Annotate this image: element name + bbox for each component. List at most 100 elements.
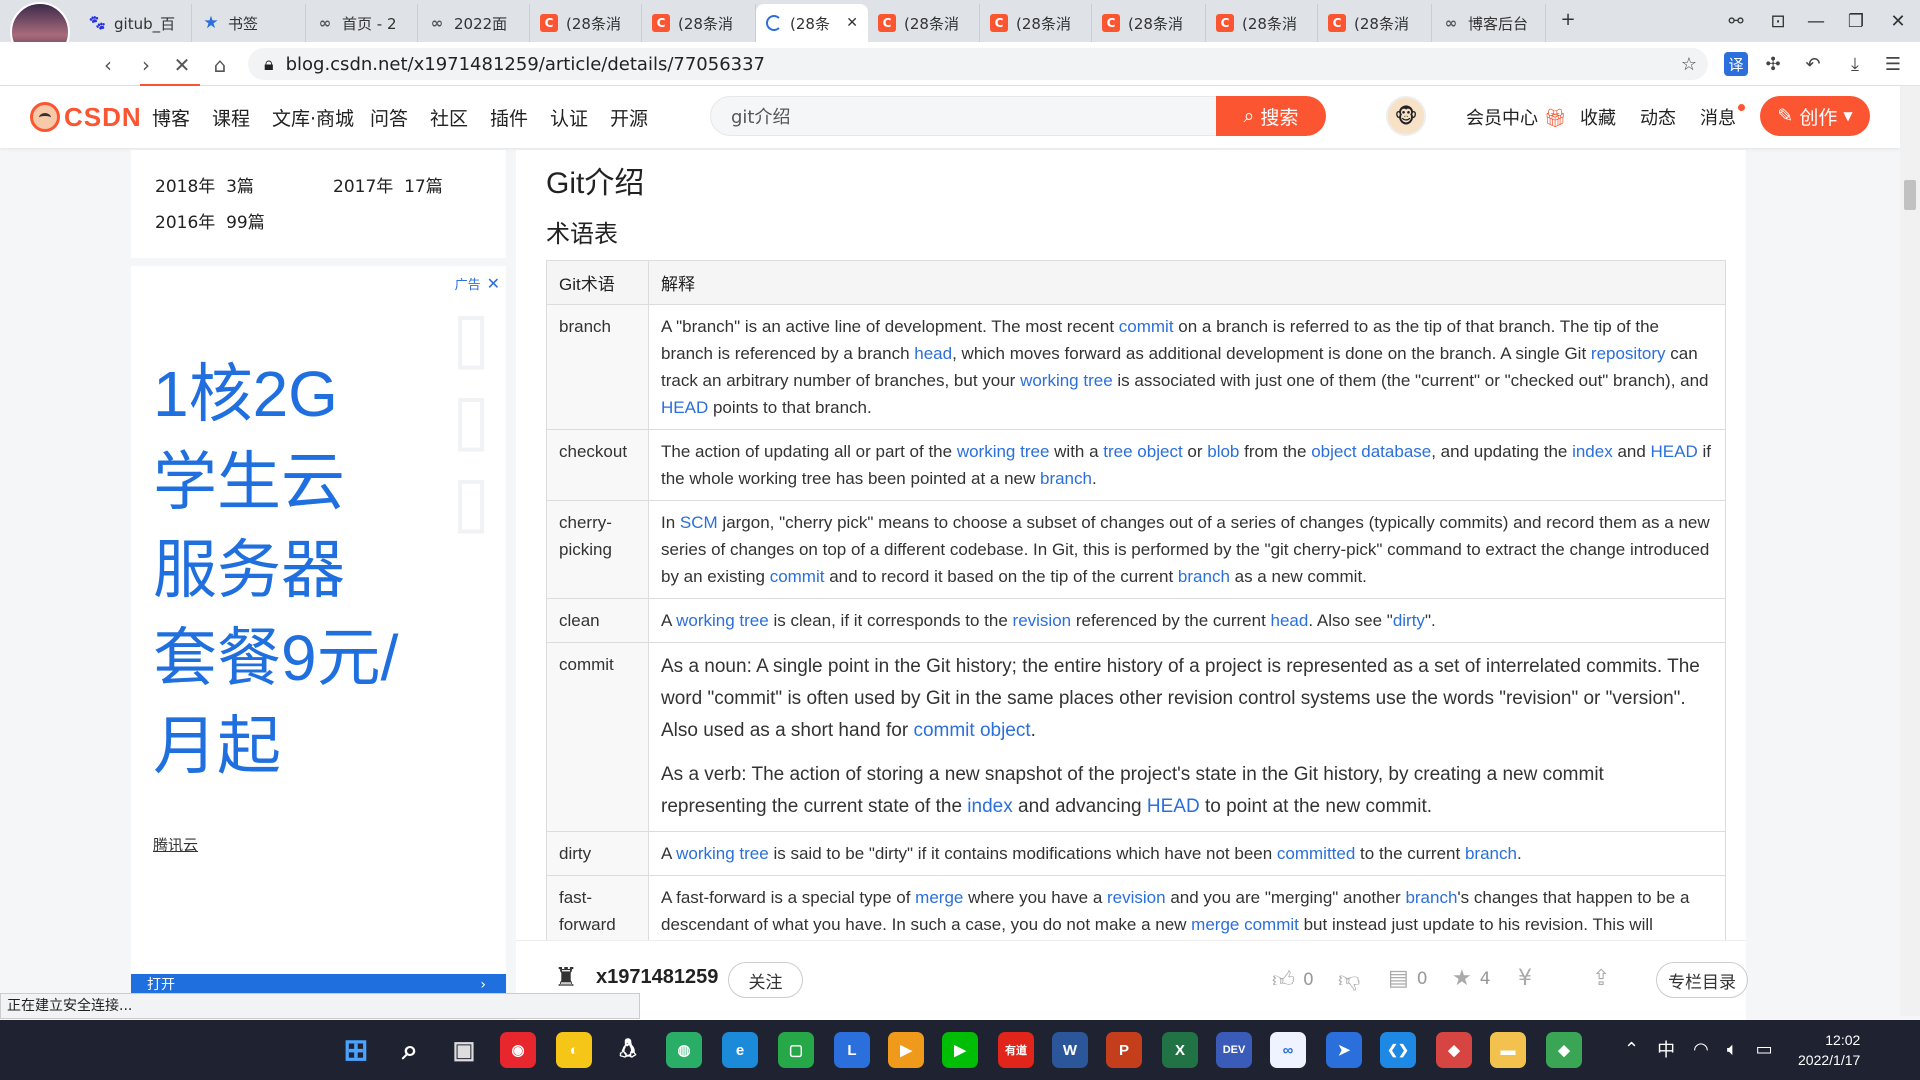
nav-item[interactable]: 认证 bbox=[550, 104, 588, 131]
feishu-icon[interactable]: ➤ bbox=[1326, 1032, 1362, 1068]
minimize-icon[interactable]: — bbox=[1796, 6, 1836, 36]
term-link[interactable]: tree object bbox=[1103, 442, 1182, 461]
sourcetree-icon[interactable]: ◆ bbox=[1546, 1032, 1582, 1068]
browser-tab[interactable]: 🐾︎ gitub_百 bbox=[78, 4, 192, 42]
ad-brand-link[interactable]: 腾讯云 bbox=[153, 834, 198, 855]
like-button[interactable]: 👍︎ 0 bbox=[1272, 966, 1314, 993]
close-window-icon[interactable]: ✕ bbox=[1878, 6, 1918, 36]
term-link[interactable]: merge bbox=[915, 888, 963, 907]
back-icon[interactable]: ‹ bbox=[92, 49, 124, 81]
term-link[interactable]: head bbox=[1271, 611, 1309, 630]
forward-icon[interactable]: › bbox=[130, 49, 162, 81]
term-link[interactable]: commit bbox=[1119, 317, 1174, 336]
wifi-icon[interactable]: ◠ bbox=[1693, 1039, 1709, 1060]
browser-tab[interactable]: C (28条消 bbox=[1206, 4, 1318, 42]
term-link[interactable]: working tree bbox=[676, 611, 769, 630]
term-link[interactable]: branch bbox=[1405, 888, 1457, 907]
home-icon[interactable]: ⌂ bbox=[204, 49, 236, 81]
term-link[interactable]: SCM bbox=[680, 513, 718, 532]
browser-yellow-icon[interactable]: ◐ bbox=[556, 1032, 592, 1068]
reward-button[interactable]: ¥ bbox=[1518, 966, 1532, 991]
youdao-icon[interactable]: 有道 bbox=[998, 1032, 1034, 1068]
browser-tab[interactable]: C (28条消 bbox=[1092, 4, 1206, 42]
term-link[interactable]: branch bbox=[1465, 844, 1517, 863]
undo-icon[interactable]: ↶ bbox=[1800, 52, 1826, 76]
term-link[interactable]: repository bbox=[1591, 344, 1666, 363]
wechat-icon[interactable]: ◍ bbox=[666, 1032, 702, 1068]
nav-item[interactable]: 开源 bbox=[610, 104, 648, 131]
dislike-button[interactable]: 👎︎ bbox=[1338, 966, 1360, 993]
term-link[interactable]: committed bbox=[1277, 844, 1355, 863]
term-link[interactable]: HEAD bbox=[661, 398, 708, 417]
excel-icon[interactable]: X bbox=[1162, 1032, 1198, 1068]
archive-item[interactable]: 2017年 17篇 bbox=[333, 172, 443, 197]
iqiyi-icon[interactable]: ▶ bbox=[942, 1032, 978, 1068]
user-avatar[interactable]: 🐵︎ bbox=[1386, 96, 1426, 136]
qq-icon[interactable]: 🐧︎ bbox=[610, 1032, 646, 1068]
nav-item[interactable]: 课程 bbox=[212, 104, 250, 131]
windows-start-icon[interactable]: ⊞ bbox=[338, 1032, 374, 1068]
browser-tab[interactable]: C (28条消 bbox=[1318, 4, 1432, 42]
tab-active[interactable]: (28条 ✕ bbox=[756, 4, 868, 42]
term-link[interactable]: index bbox=[1572, 442, 1613, 461]
term-link[interactable]: working tree bbox=[957, 442, 1050, 461]
follow-button[interactable]: 关注 bbox=[728, 962, 803, 998]
chevron-up-icon[interactable]: ⌃ bbox=[1624, 1039, 1639, 1060]
author-name[interactable]: x1971481259 bbox=[596, 966, 718, 989]
browser-tab[interactable]: C (28条消 bbox=[530, 4, 642, 42]
activity-link[interactable]: 动态 bbox=[1640, 104, 1676, 130]
nav-item[interactable]: 文库·商城 bbox=[272, 104, 354, 131]
term-link[interactable]: revision bbox=[1107, 888, 1166, 907]
close-tab-icon[interactable]: ✕ bbox=[846, 15, 858, 31]
column-directory-button[interactable]: 专栏目录 bbox=[1656, 962, 1748, 998]
search-input[interactable]: git介绍 bbox=[710, 96, 1218, 136]
nav-item[interactable]: 插件 bbox=[490, 104, 528, 131]
baidu-netdisk-icon[interactable]: ∞ bbox=[1270, 1032, 1306, 1068]
page-scrollbar[interactable] bbox=[1900, 86, 1920, 1016]
task-view-icon[interactable]: ▣ bbox=[446, 1032, 482, 1068]
favorites-link[interactable]: 收藏 bbox=[1580, 104, 1616, 130]
git-extensions-icon[interactable]: ◆ bbox=[1436, 1032, 1472, 1068]
term-link[interactable]: branch bbox=[1040, 469, 1092, 488]
url-field[interactable]: 🔒︎ blog.csdn.net/x1971481259/article/det… bbox=[248, 48, 1708, 80]
netease-music-icon[interactable]: ◉ bbox=[500, 1032, 536, 1068]
ime-indicator[interactable]: 中 bbox=[1657, 1036, 1675, 1062]
term-link[interactable]: branch bbox=[1178, 567, 1230, 586]
collections-icon[interactable]: ⚯ bbox=[1716, 6, 1756, 36]
term-link[interactable]: head bbox=[914, 344, 952, 363]
taskbar-clock[interactable]: 12:02 2022/1/17 bbox=[1798, 1030, 1860, 1070]
csdn-logo[interactable]: CSDN bbox=[30, 100, 142, 134]
restore-icon[interactable]: ❐ bbox=[1836, 6, 1876, 36]
settings-menu-icon[interactable]: ☰ bbox=[1880, 52, 1906, 76]
battery-icon[interactable]: ▭ bbox=[1756, 1039, 1773, 1060]
extensions-icon[interactable]: ✣ bbox=[1760, 52, 1786, 76]
browser-tab[interactable]: ∞ 2022面 bbox=[418, 4, 530, 42]
scrollbar-thumb[interactable] bbox=[1904, 180, 1916, 210]
term-link[interactable]: blob bbox=[1207, 442, 1239, 461]
term-link[interactable]: commit bbox=[770, 567, 825, 586]
term-link[interactable]: working tree bbox=[676, 844, 769, 863]
archive-item[interactable]: 2018年 3篇 bbox=[155, 172, 254, 197]
search-button[interactable]: ⌕ 搜索 bbox=[1216, 96, 1326, 136]
term-link[interactable]: index bbox=[967, 796, 1012, 817]
create-button[interactable]: ✎ 创作 ▼ bbox=[1760, 96, 1870, 136]
term-link[interactable]: HEAD bbox=[1651, 442, 1698, 461]
term-link[interactable]: HEAD bbox=[1147, 796, 1200, 817]
new-tab-button[interactable]: + bbox=[1548, 4, 1588, 34]
edge-icon[interactable]: e bbox=[722, 1032, 758, 1068]
term-link[interactable]: dirty bbox=[1393, 611, 1425, 630]
share-button[interactable]: ⇪ bbox=[1592, 966, 1610, 991]
nav-item[interactable]: 问答 bbox=[370, 104, 408, 131]
stop-loading-icon[interactable]: ✕ bbox=[166, 49, 198, 81]
dev-cpp-icon[interactable]: DEV bbox=[1216, 1032, 1252, 1068]
file-explorer-icon[interactable]: ▬ bbox=[1490, 1032, 1526, 1068]
term-link[interactable]: merge commit bbox=[1191, 915, 1299, 934]
browser-tab[interactable]: ∞ 首页 - 2 bbox=[306, 4, 418, 42]
collect-button[interactable]: ★ 4 bbox=[1452, 966, 1491, 991]
member-center-link[interactable]: 会员中心 🎁︎ bbox=[1466, 104, 1567, 130]
term-link[interactable]: revision bbox=[1013, 611, 1072, 630]
browser-tab[interactable]: ∞ 博客后台 bbox=[1432, 4, 1546, 42]
volume-icon[interactable]: 🔈︎ bbox=[1727, 1039, 1738, 1060]
term-link[interactable]: working tree bbox=[1020, 371, 1113, 390]
ad-tag[interactable]: 广告 ✕ bbox=[455, 274, 500, 293]
